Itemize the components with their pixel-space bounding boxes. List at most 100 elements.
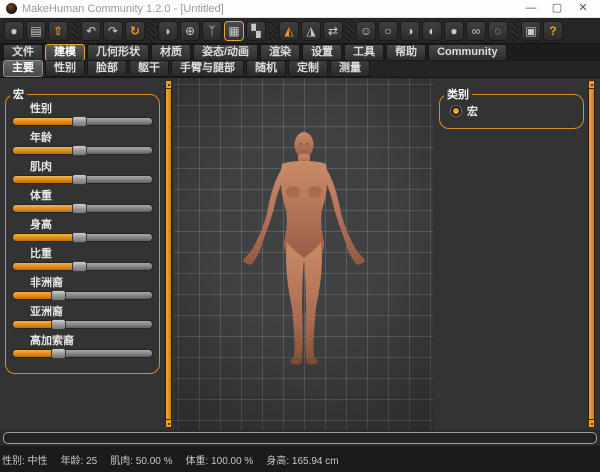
sub-tab-4[interactable]: 手臂与腿部 — [171, 60, 244, 77]
menu-tab-7[interactable]: 工具 — [344, 44, 385, 61]
menu-tab-9[interactable]: Community — [428, 44, 507, 61]
menu-tab-1[interactable]: 建模 — [45, 44, 85, 61]
sub-tab-3[interactable]: 躯干 — [129, 60, 169, 77]
menu-tab-bar: 文件 建模 几何形状 材质 姿态/动画 渲染 设置 工具 帮助 Community — [0, 44, 600, 61]
slider-label: 身高 — [30, 219, 52, 231]
category-option-0[interactable]: 宏 — [450, 103, 579, 119]
load-file-button[interactable]: ▤ — [26, 20, 46, 41]
wireframe-button[interactable]: ⊕ — [180, 20, 200, 41]
slider-track[interactable] — [12, 174, 153, 185]
new-human-icon: ● — [10, 23, 18, 38]
maximize-button[interactable]: ▢ — [544, 0, 570, 17]
symmetry-left-button[interactable]: ◭ — [279, 20, 299, 41]
scrollbar-cap[interactable] — [588, 419, 595, 428]
human-model — [229, 130, 379, 370]
slider-track[interactable] — [12, 261, 153, 272]
texture-button[interactable]: ▚ — [246, 20, 266, 41]
slider-handle[interactable] — [71, 145, 87, 156]
status-segment-3: 体重: 100.00 % — [185, 456, 254, 467]
reset-camera-button[interactable]: ↻ — [125, 20, 145, 41]
slider-track[interactable] — [12, 116, 153, 127]
orbit-view-button[interactable]: ◌ — [488, 20, 508, 41]
slider-handle[interactable] — [71, 174, 87, 185]
macro-group-label: 宏 — [13, 89, 24, 101]
menu-tab-8[interactable]: 帮助 — [386, 44, 427, 61]
slider-label: 比重 — [30, 248, 52, 260]
dual-view-button[interactable]: ∞ — [466, 20, 486, 41]
slider-handle[interactable] — [50, 290, 66, 301]
status-segment-1: 年龄: 25 — [60, 456, 98, 467]
smooth-shading-button[interactable]: ◗ — [158, 20, 178, 41]
right-panel-scrollbar[interactable] — [588, 80, 595, 428]
toolbar-separator — [346, 19, 353, 42]
slider-handle[interactable] — [71, 116, 87, 127]
sub-tab-2[interactable]: 脸部 — [87, 60, 127, 77]
right-panel: 类别 宏 — [433, 78, 600, 430]
radio-button[interactable] — [450, 105, 462, 117]
macro-slider-3: 体重 — [12, 190, 153, 214]
minimize-button[interactable]: — — [518, 0, 544, 17]
symmetry-left-icon: ◭ — [284, 23, 294, 38]
menu-tab-6[interactable]: 设置 — [302, 44, 343, 61]
slider-handle[interactable] — [71, 203, 87, 214]
grid-toggle-button[interactable]: ▦ — [224, 20, 244, 41]
menu-tab-3[interactable]: 材质 — [151, 44, 191, 61]
close-button[interactable]: ✕ — [570, 0, 596, 17]
slider-track[interactable] — [12, 319, 153, 330]
skeleton-button[interactable]: ᛉ — [202, 20, 222, 41]
globe-view-icon: ● — [450, 23, 458, 38]
save-file-button[interactable]: ⇧ — [48, 20, 68, 41]
sub-tab-1[interactable]: 性别 — [45, 60, 85, 77]
sub-tab-6[interactable]: 定制 — [288, 60, 328, 77]
radio-dot — [453, 108, 459, 114]
symmetry-right-icon: ◮ — [306, 23, 316, 38]
scrollbar-cap[interactable] — [165, 80, 172, 89]
globe-view-button[interactable]: ● — [444, 20, 464, 41]
slider-track[interactable] — [12, 203, 153, 214]
status-segment-4: 身高: 165.94 cm — [266, 456, 339, 467]
slider-handle[interactable] — [50, 319, 66, 330]
slider-track[interactable] — [12, 145, 153, 156]
sub-tab-7[interactable]: 测量 — [330, 60, 370, 77]
macro-slider-6: 非洲裔 — [12, 277, 153, 301]
head-left-view-button[interactable]: ◐ — [422, 20, 442, 41]
head-front-view-button[interactable]: ○ — [378, 20, 398, 41]
undo-button[interactable]: ↶ — [81, 20, 101, 41]
scrollbar-cap[interactable] — [165, 419, 172, 428]
slider-handle[interactable] — [71, 232, 87, 243]
sub-tab-5[interactable]: 随机 — [246, 60, 286, 77]
head-right-view-button[interactable]: ◑ — [400, 20, 420, 41]
macro-slider-8: 高加索裔 — [12, 335, 153, 359]
slider-handle[interactable] — [71, 261, 87, 272]
skeleton-icon: ᛉ — [208, 23, 216, 38]
scrollbar-cap[interactable] — [588, 80, 595, 89]
texture-icon: ▚ — [251, 23, 261, 38]
left-panel-scrollbar[interactable] — [165, 80, 172, 428]
slider-track[interactable] — [12, 348, 153, 359]
wireframe-icon: ⊕ — [184, 23, 196, 38]
slider-track[interactable] — [12, 290, 153, 301]
viewport-3d[interactable] — [174, 78, 433, 430]
menu-tab-5[interactable]: 渲染 — [260, 44, 301, 61]
head-left-view-icon: ◐ — [428, 23, 436, 38]
load-file-icon: ▤ — [30, 23, 42, 38]
menu-tab-4[interactable]: 姿态/动画 — [193, 44, 259, 61]
symmetry-right-button[interactable]: ◮ — [301, 20, 321, 41]
slider-handle[interactable] — [50, 348, 66, 359]
menu-tab-0[interactable]: 文件 — [3, 44, 43, 61]
grab-screenshot-icon: ▣ — [525, 23, 537, 38]
symmetry-both-button[interactable]: ⇄ — [323, 20, 343, 41]
slider-track[interactable] — [12, 232, 153, 243]
grab-screenshot-button[interactable]: ▣ — [521, 20, 541, 41]
sub-tab-0[interactable]: 主要 — [3, 60, 43, 77]
face-view-button[interactable]: ☺ — [356, 20, 376, 41]
help-button[interactable]: ? — [543, 20, 563, 41]
new-human-button[interactable]: ● — [4, 20, 24, 41]
symmetry-both-icon: ⇄ — [327, 23, 339, 38]
menu-tab-2[interactable]: 几何形状 — [87, 44, 149, 61]
redo-button[interactable]: ↷ — [103, 20, 123, 41]
slider-fill — [13, 292, 55, 299]
undo-icon: ↶ — [85, 23, 97, 38]
slider-label: 体重 — [30, 190, 52, 202]
slider-label: 性别 — [30, 103, 52, 115]
